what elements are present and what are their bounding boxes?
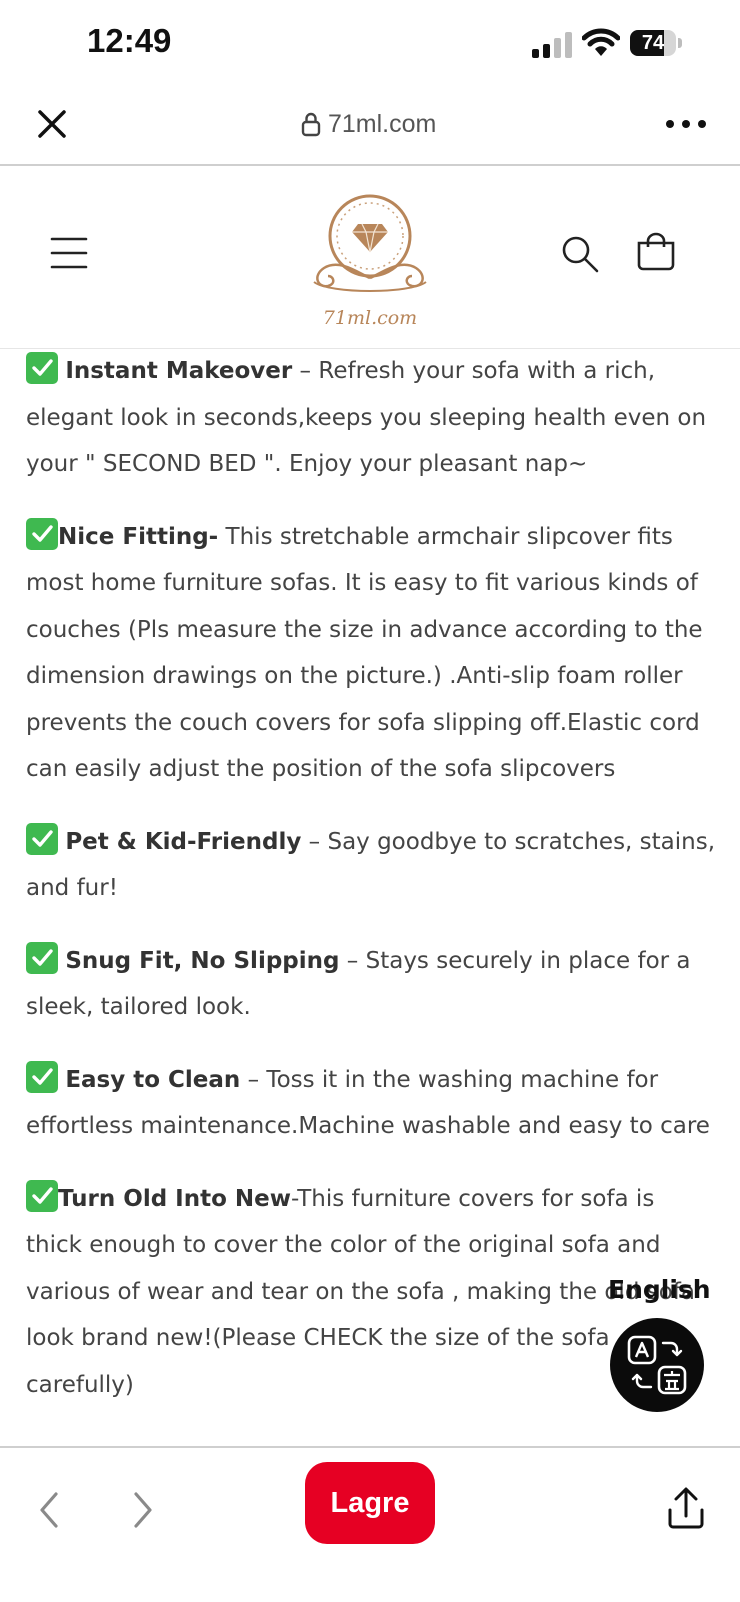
check-icon (26, 1179, 58, 1212)
feature-title: Nice Fitting- (58, 523, 219, 550)
check-icon (26, 517, 58, 550)
site-logo[interactable]: 71ml.com (300, 188, 440, 332)
search-icon[interactable] (560, 234, 600, 274)
wifi-icon (581, 28, 621, 58)
feature-item: Snug Fit, No Slipping – Stays securely i… (26, 938, 716, 1031)
save-button[interactable]: Lagre (305, 1462, 435, 1544)
translate-icon[interactable] (610, 1318, 704, 1412)
close-icon[interactable] (32, 104, 72, 144)
feature-text: This furniture covers for sofa is thick … (26, 1185, 695, 1398)
address-bar[interactable]: 71ml.com (300, 106, 436, 142)
logo-text: 71ml.com (323, 307, 417, 329)
cellular-signal-icon (532, 32, 574, 58)
check-icon (26, 941, 58, 974)
feature-separator: – (292, 358, 319, 384)
feature-title: Snug Fit, No Slipping (65, 947, 340, 974)
bottom-toolbar: Lagre (0, 1446, 740, 1602)
feature-separator: – (339, 947, 366, 974)
feature-item: Easy to Clean – Toss it in the washing m… (26, 1057, 716, 1150)
feature-separator: – (301, 828, 328, 855)
lock-icon (301, 112, 321, 137)
battery-percentage: 74 (641, 32, 665, 54)
check-icon (26, 352, 58, 384)
url-text: 71ml.com (328, 109, 437, 138)
feature-separator (218, 524, 225, 550)
battery-icon: 74 (630, 30, 682, 56)
more-icon[interactable] (664, 112, 708, 136)
language-label[interactable]: English (608, 1275, 711, 1304)
feature-title: Pet & Kid-Friendly (65, 828, 302, 855)
share-icon[interactable] (666, 1486, 706, 1530)
feature-title: Instant Makeover (65, 358, 293, 384)
menu-icon[interactable] (50, 236, 90, 270)
cart-icon[interactable] (636, 232, 676, 272)
status-time: 12:49 (87, 22, 172, 59)
feature-text: This stretchable armchair slipcover fits… (26, 523, 703, 783)
feature-separator: – (240, 1066, 267, 1093)
forward-icon[interactable] (128, 1488, 158, 1532)
feature-item: Instant Makeover – Refresh your sofa wit… (26, 348, 716, 488)
status-bar: 12:49 74 (0, 0, 740, 86)
feature-title: Turn Old Into New (58, 1185, 291, 1212)
check-icon (26, 822, 58, 855)
feature-item: Pet & Kid-Friendly – Say goodbye to scra… (26, 819, 716, 912)
check-icon (26, 1060, 58, 1093)
browser-toolbar: 71ml.com (0, 86, 740, 166)
feature-title: Easy to Clean (65, 1066, 241, 1093)
feature-item: Nice Fitting- This stretchable armchair … (26, 514, 716, 793)
site-header: 71ml.com (0, 166, 740, 349)
back-icon[interactable] (34, 1488, 64, 1532)
product-description: Instant Makeover – Refresh your sofa wit… (26, 348, 716, 1434)
